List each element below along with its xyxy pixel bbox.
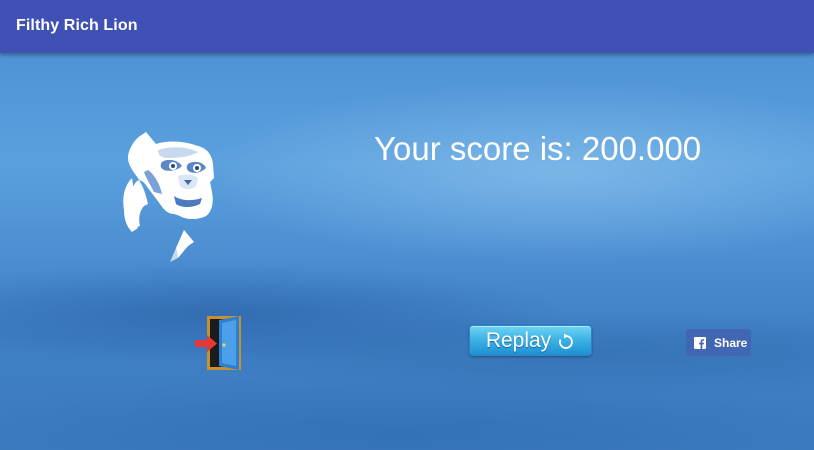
replay-button[interactable]: Replay (469, 325, 592, 356)
share-label: Share (714, 335, 748, 350)
refresh-icon (559, 333, 574, 349)
app-bar: Filthy Rich Lion (0, 0, 814, 53)
score-text: Your score is: 200.000 (374, 130, 702, 167)
lion-head-icon (123, 132, 214, 262)
facebook-share-button[interactable]: Share (686, 329, 751, 356)
app-title: Filthy Rich Lion (16, 17, 138, 34)
exit-door-icon[interactable] (193, 314, 245, 372)
replay-label: Replay (485, 328, 552, 352)
app-window: Filthy Rich Lion Your score is: 200.000 (0, 0, 814, 450)
facebook-icon (694, 336, 706, 349)
